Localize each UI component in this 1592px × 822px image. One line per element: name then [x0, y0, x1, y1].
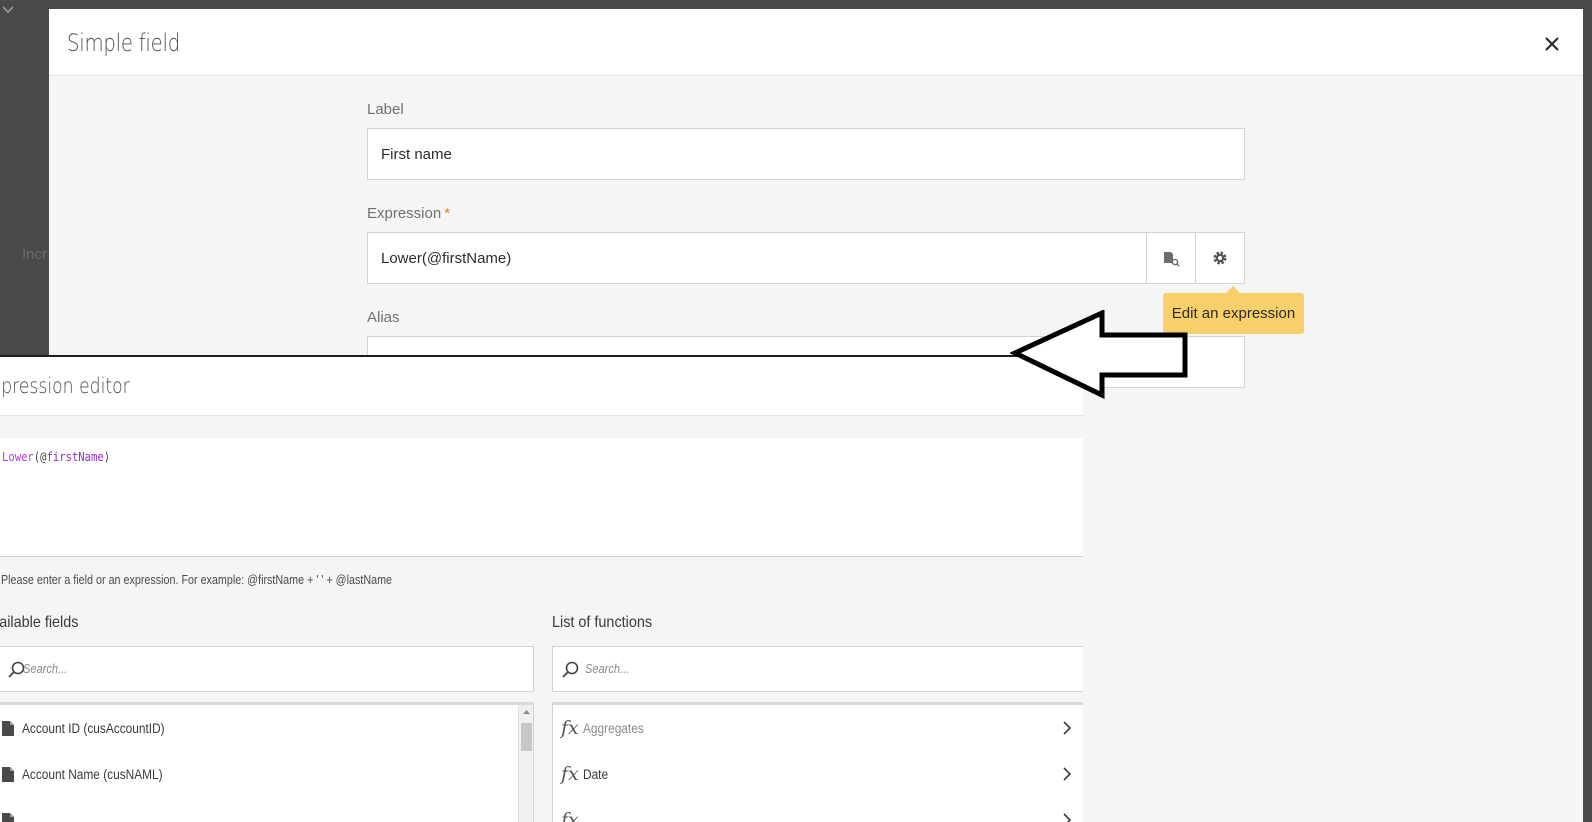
close-icon[interactable] [1539, 31, 1565, 57]
dialog-title: Simple field [67, 29, 180, 57]
list-item[interactable]: Account ID (cusAccountID) [0, 705, 533, 751]
available-fields-title: vailable fields [0, 614, 79, 631]
scroll-up-arrow-icon[interactable] [519, 706, 534, 718]
chevron-right-icon [1063, 813, 1072, 822]
list-item[interactable]: Account Name (cusNAML) [0, 751, 533, 797]
label-field-label: Label [367, 101, 404, 118]
code-field: firstName [46, 450, 104, 464]
fields-search-input[interactable]: Search... [0, 646, 534, 692]
expression-hint: Please enter a field or an expression. F… [1, 573, 393, 587]
expression-label-text: Expression [367, 205, 442, 222]
expression-code-area[interactable]: Lower(@firstName) [0, 438, 1083, 557]
chevron-right-icon [1063, 721, 1072, 735]
insert-field-button[interactable] [1146, 232, 1196, 284]
function-category-item[interactable]: fx Aggregates [553, 705, 1083, 751]
function-icon: fx [561, 717, 579, 739]
label-input[interactable]: First name [367, 128, 1245, 180]
editor-title: xpression editor [0, 374, 130, 398]
tooltip-arrow [1226, 286, 1240, 293]
chevron-right-icon [1063, 767, 1072, 781]
function-category-label: Aggregates [583, 720, 644, 736]
code-close: ) [103, 450, 111, 464]
expression-input[interactable]: Lower(@firstName) [367, 232, 1147, 284]
dialog-header: Simple field [49, 9, 1583, 76]
editor-header: xpression editor [0, 357, 1083, 416]
document-icon [2, 766, 14, 782]
code-function: Lower [2, 450, 34, 464]
expression-editor-panel: xpression editor Lower(@firstName) Pleas… [0, 355, 1083, 822]
expression-field-label: Expression * [367, 205, 450, 222]
scroll-thumb[interactable] [521, 723, 532, 751]
required-marker: * [444, 205, 451, 222]
function-category-label: Date [583, 766, 609, 782]
document-icon [2, 812, 14, 822]
list-item-label: Account ID (cusAccountID) [22, 720, 165, 736]
functions-search-input[interactable]: Search... [552, 646, 1083, 692]
document-icon [2, 720, 14, 736]
fields-search-placeholder: Search... [23, 661, 68, 676]
edit-expression-button[interactable] [1195, 232, 1245, 284]
gear-icon [1213, 251, 1227, 265]
function-icon: fx [561, 809, 579, 822]
functions-search-placeholder: Search... [585, 661, 630, 676]
fields-scrollbar[interactable] [518, 705, 533, 822]
functions-title: List of functions [552, 614, 653, 631]
field-picker-icon [1164, 252, 1180, 267]
background-partial-text: Incr [22, 246, 48, 263]
expression-code-line: Lower(@firstName) [2, 450, 110, 464]
function-category-item[interactable]: fx Date [553, 751, 1083, 797]
list-item[interactable] [0, 797, 533, 822]
function-icon: fx [561, 763, 579, 785]
search-icon [562, 661, 579, 678]
available-fields-list: Account ID (cusAccountID) Account Name (… [0, 702, 534, 822]
chevron-down-icon [2, 6, 14, 14]
code-open: (@ [33, 450, 47, 464]
annotation-arrow-icon [1010, 310, 1188, 399]
list-item-label: Account Name (cusNAML) [22, 766, 163, 782]
functions-list: fx Aggregates fx Date fx [552, 702, 1083, 822]
alias-field-label: Alias [367, 309, 400, 326]
function-category-item[interactable]: fx [553, 797, 1083, 822]
